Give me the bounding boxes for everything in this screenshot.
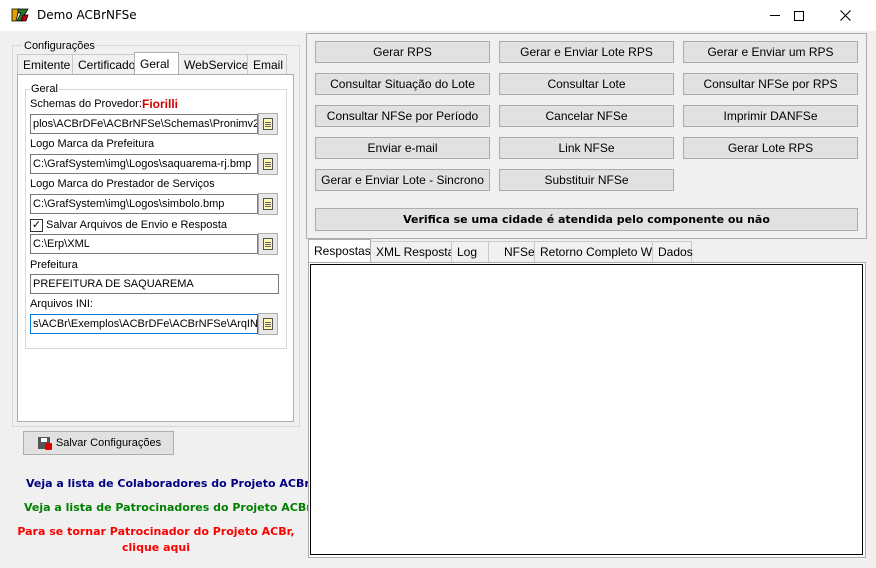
- cancelar-nfse-button[interactable]: Cancelar NFSe: [499, 105, 674, 127]
- window-title: Demo ACBrNFSe: [37, 8, 137, 22]
- respostas-memo[interactable]: [310, 264, 863, 555]
- arquivos-ini-label: Arquivos INI:: [30, 298, 93, 310]
- config-group-border: [12, 45, 22, 46]
- document-icon: [263, 118, 273, 130]
- gerar-enviar-lote-sincrono-button[interactable]: Gerar e Enviar Lote - Sincrono: [315, 169, 490, 191]
- provider-name: Fiorilli: [142, 97, 178, 111]
- verifica-cidade-button[interactable]: Verifica se uma cidade é atendida pelo c…: [315, 208, 858, 231]
- substituir-nfse-button[interactable]: Substituir NFSe: [499, 169, 674, 191]
- maximize-icon: [794, 10, 804, 21]
- link-nfse-button[interactable]: Link NFSe: [499, 137, 674, 159]
- tab-nfse[interactable]: NFSe: [488, 241, 535, 262]
- logo-prestador-input[interactable]: C:\GrafSystem\img\Logos\simbolo.bmp: [30, 194, 258, 214]
- prefeitura-label: Prefeitura: [30, 259, 78, 271]
- close-icon: [839, 10, 851, 21]
- salvar-arquivos-label: Salvar Arquivos de Envio e Resposta: [46, 219, 227, 231]
- consultar-nfse-por-rps-button[interactable]: Consultar NFSe por RPS: [683, 73, 858, 95]
- salvar-path-input[interactable]: C:\Erp\XML: [30, 234, 258, 254]
- gerar-rps-button[interactable]: Gerar RPS: [315, 41, 490, 63]
- gerar-lote-rps-button[interactable]: Gerar Lote RPS: [683, 137, 858, 159]
- arquivos-ini-input[interactable]: s\ACBr\Exemplos\ACBrDFe\ACBrNFSe\ArqINI: [30, 314, 258, 334]
- arquivos-ini-browse-button[interactable]: [258, 313, 278, 335]
- tab-dados[interactable]: Dados: [652, 241, 693, 262]
- save-icon: [36, 435, 52, 451]
- config-tabs: Emitente Certificado Geral WebService Em…: [17, 52, 287, 74]
- schemas-browse-button[interactable]: [258, 113, 278, 135]
- tab-geral[interactable]: Geral: [134, 52, 179, 74]
- prefeitura-input[interactable]: PREFEITURA DE SAQUAREMA: [30, 274, 279, 294]
- schemas-path-input[interactable]: plos\ACBrDFe\ACBrNFSe\Schemas\Pronimv2: [30, 114, 258, 134]
- patrocinadores-link[interactable]: Veja a lista de Patrocinadores do Projet…: [24, 501, 312, 514]
- salvar-configuracoes-label: Salvar Configurações: [55, 437, 162, 449]
- config-group-border: [96, 45, 300, 46]
- document-icon: [263, 318, 273, 330]
- tab-log[interactable]: Log: [451, 241, 489, 262]
- consultar-situacao-lote-button[interactable]: Consultar Situação do Lote: [315, 73, 490, 95]
- gerar-enviar-um-rps-button[interactable]: Gerar e Enviar um RPS: [683, 41, 858, 63]
- salvar-arquivos-checkbox[interactable]: ✓: [30, 219, 43, 232]
- document-icon: [263, 158, 273, 170]
- colaboradores-link[interactable]: Veja a lista de Colaboradores do Projeto…: [26, 477, 310, 490]
- patrocinador-link-line2[interactable]: clique aqui: [10, 541, 302, 554]
- tab-email[interactable]: Email: [247, 54, 287, 74]
- schemas-label: Schemas do Provedor:: [30, 98, 142, 110]
- response-tabs: Respostas XML Resposta Log NFSe Retorno …: [308, 239, 693, 262]
- title-bar[interactable]: Demo ACBrNFSe: [0, 0, 876, 31]
- salvar-path-browse-button[interactable]: [258, 233, 278, 255]
- tab-xml-resposta[interactable]: XML Resposta: [370, 241, 454, 262]
- maximize-button[interactable]: [776, 0, 822, 31]
- consultar-nfse-por-periodo-button[interactable]: Consultar NFSe por Período: [315, 105, 490, 127]
- logo-prefeitura-browse-button[interactable]: [258, 153, 278, 175]
- tab-certificado[interactable]: Certificado: [72, 54, 135, 74]
- logo-prestador-label: Logo Marca do Prestador de Serviços: [30, 178, 215, 190]
- tab-webservice[interactable]: WebService: [178, 54, 248, 74]
- logo-prestador-browse-button[interactable]: [258, 193, 278, 215]
- tab-emitente[interactable]: Emitente: [17, 54, 73, 74]
- imprimir-danfse-button[interactable]: Imprimir DANFSe: [683, 105, 858, 127]
- salvar-configuracoes-button[interactable]: Salvar Configurações: [23, 431, 174, 455]
- document-icon: [263, 198, 273, 210]
- close-button[interactable]: [822, 0, 868, 31]
- acbr-app-icon: [10, 6, 30, 24]
- gerar-enviar-lote-rps-button[interactable]: Gerar e Enviar Lote RPS: [499, 41, 674, 63]
- consultar-lote-button[interactable]: Consultar Lote: [499, 73, 674, 95]
- tab-respostas[interactable]: Respostas: [308, 239, 371, 262]
- document-icon: [263, 238, 273, 250]
- patrocinador-link-line1[interactable]: Para se tornar Patrocinador do Projeto A…: [10, 525, 302, 538]
- tab-retorno-completo-ws[interactable]: Retorno Completo WS: [534, 241, 660, 262]
- enviar-email-button[interactable]: Enviar e-mail: [315, 137, 490, 159]
- geral-group-label: Geral: [30, 83, 59, 95]
- logo-prefeitura-label: Logo Marca da Prefeitura: [30, 138, 155, 150]
- logo-prefeitura-input[interactable]: C:\GrafSystem\img\Logos\saquarema-rj.bmp: [30, 154, 258, 174]
